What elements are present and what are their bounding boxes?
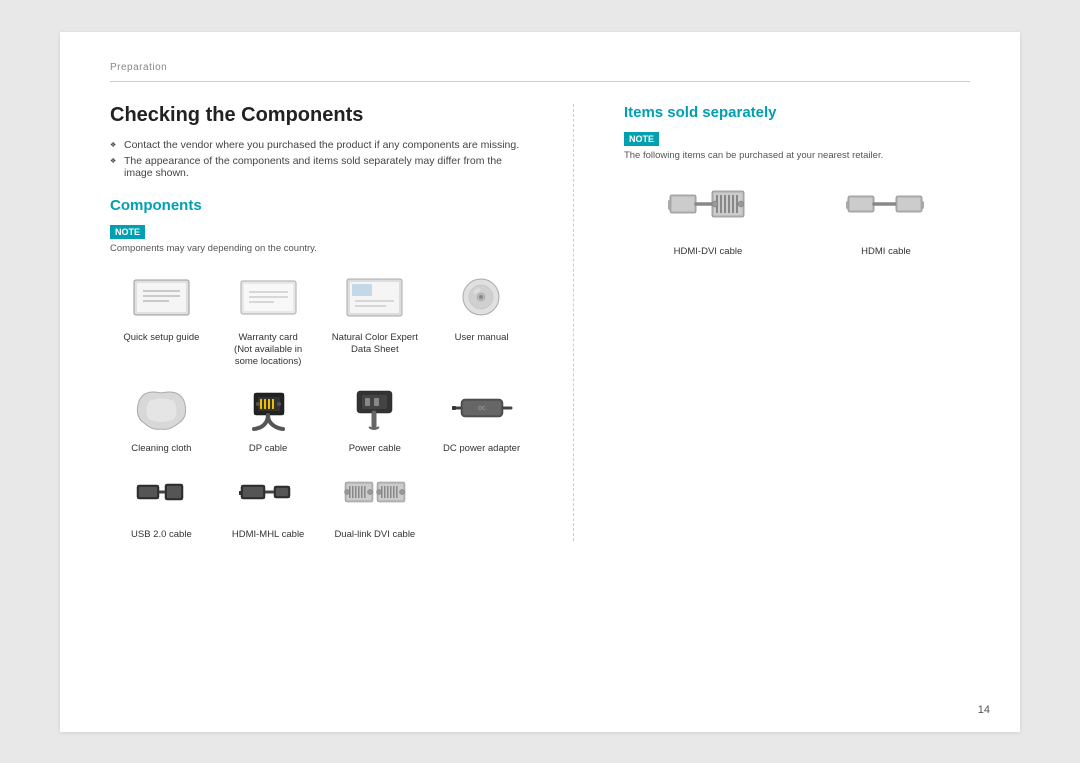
bullet-item-1: Contact the vendor where you purchased t… [110, 139, 533, 151]
top-divider [110, 81, 970, 82]
dvi-cable-icon [340, 465, 410, 525]
natural-color-icon [340, 268, 410, 328]
bullet-item-2: The appearance of the components and ite… [110, 155, 533, 179]
power-cable-icon [340, 379, 410, 439]
components-subtitle: Components [110, 197, 533, 214]
hdmi-dvi-label: HDMI-DVI cable [674, 246, 743, 258]
dc-adapter-label: DC power adapter [443, 443, 520, 455]
item-usb-cable: USB 2.0 cable [110, 465, 213, 541]
user-manual-icon [447, 268, 517, 328]
natural-color-label: Natural Color ExpertData Sheet [332, 332, 418, 357]
two-column-layout: Checking the Components Contact the vend… [110, 104, 970, 542]
bullet-list: Contact the vendor where you purchased t… [110, 139, 533, 179]
power-cable-label: Power cable [349, 443, 401, 455]
hdmi-mhl-cable-label: HDMI-MHL cable [232, 529, 305, 541]
item-dc-adapter: DC DC power adapter [430, 379, 533, 455]
dc-adapter-icon: DC [447, 379, 517, 439]
quick-setup-guide-icon [126, 268, 196, 328]
dvi-cable-label: Dual-link DVI cable [334, 529, 415, 541]
warranty-card-label: Warranty card(Not available insome locat… [234, 332, 302, 369]
page-container: Preparation Checking the Components Cont… [60, 32, 1020, 732]
item-hdmi-dvi: HDMI-DVI cable [624, 177, 792, 258]
user-manual-label: User manual [455, 332, 509, 344]
main-title: Checking the Components [110, 104, 533, 127]
components-row-3: USB 2.0 cable [110, 465, 533, 541]
dp-cable-label: DP cable [249, 443, 287, 455]
item-dp-cable: DP cable [217, 379, 320, 455]
note-text-left: Components may vary depending on the cou… [110, 243, 533, 254]
item-dvi-cable: Dual-link DVI cable [323, 465, 426, 541]
quick-setup-guide-label: Quick setup guide [123, 332, 199, 344]
hdmi-cable-icon [846, 177, 926, 242]
cleaning-cloth-icon [126, 379, 196, 439]
left-column: Checking the Components Contact the vend… [110, 104, 574, 542]
items-sold-grid: HDMI-DVI cable [624, 177, 970, 258]
item-user-manual: User manual [430, 268, 533, 369]
page-number: 14 [978, 704, 990, 716]
usb-cable-icon [126, 465, 196, 525]
note-text-right: The following items can be purchased at … [624, 150, 970, 161]
items-sold-title: Items sold separately [624, 104, 970, 121]
hdmi-mhl-cable-icon [233, 465, 303, 525]
item-power-cable: Power cable [323, 379, 426, 455]
item-natural-color: Natural Color ExpertData Sheet [323, 268, 426, 369]
item-hdmi-mhl-cable: HDMI-MHL cable [217, 465, 320, 541]
breadcrumb: Preparation [110, 62, 970, 73]
dp-cable-icon [233, 379, 303, 439]
note-badge-right: NOTE [624, 132, 659, 146]
item-warranty-card: Warranty card(Not available insome locat… [217, 268, 320, 369]
usb-cable-label: USB 2.0 cable [131, 529, 192, 541]
components-row-2: Cleaning cloth [110, 379, 533, 455]
hdmi-dvi-icon [668, 177, 748, 242]
svg-text:DC: DC [478, 406, 486, 412]
item-hdmi-cable: HDMI cable [802, 177, 970, 258]
cleaning-cloth-label: Cleaning cloth [131, 443, 191, 455]
item-cleaning-cloth: Cleaning cloth [110, 379, 213, 455]
components-row-1: Quick setup guide Warranty card(Not avai [110, 268, 533, 369]
right-column: Items sold separately NOTE The following… [614, 104, 970, 542]
item-quick-setup-guide: Quick setup guide [110, 268, 213, 369]
note-badge-left: NOTE [110, 225, 145, 239]
warranty-card-icon [233, 268, 303, 328]
hdmi-cable-label: HDMI cable [861, 246, 911, 258]
